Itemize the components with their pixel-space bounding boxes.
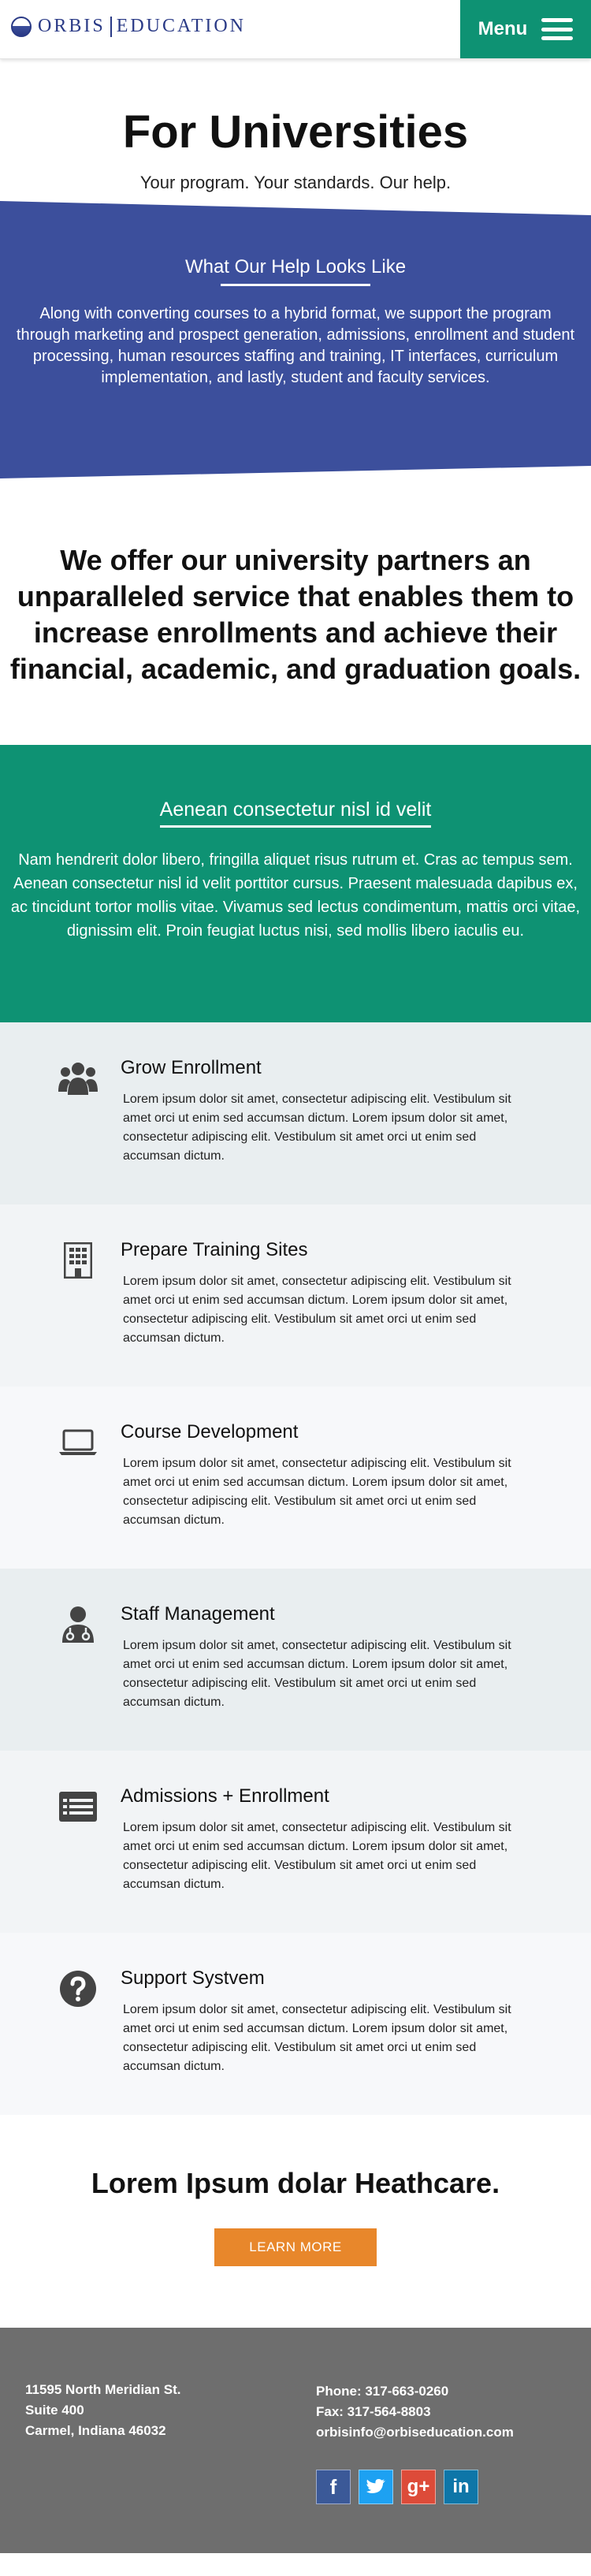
footer-address: 11595 North Meridian St. Suite 400 Carme… — [25, 2380, 180, 2441]
email-link[interactable]: orbisinfo@orbiseducation.com — [316, 2422, 514, 2443]
social-links: f g+ in — [316, 2470, 478, 2504]
service-title: Support Systvem — [121, 1967, 265, 1989]
help-section: What Our Help Looks Like Along with conv… — [0, 201, 591, 485]
hamburger-icon — [541, 18, 574, 40]
menu-label: Menu — [478, 18, 528, 39]
help-text: Along with converting courses to a hybri… — [16, 305, 575, 386]
service-admissions-enrollment: Admissions + Enrollment Lorem ipsum dolo… — [0, 1751, 591, 1933]
logo[interactable]: ORBIS EDUCATION — [11, 16, 247, 38]
laptop-icon — [58, 1423, 98, 1462]
twitter-icon[interactable] — [359, 2470, 393, 2504]
learn-more-button[interactable]: LEARN MORE — [214, 2228, 377, 2266]
service-text: Lorem ipsum dolor sit amet, consectetur … — [123, 1639, 511, 1709]
service-title: Staff Management — [121, 1603, 275, 1625]
page-subtitle: Your program. Your standards. Our help. — [139, 173, 452, 192]
service-text: Lorem ipsum dolor sit amet, consectetur … — [123, 1821, 511, 1891]
list-card-icon — [58, 1787, 98, 1826]
page-title: For Universities — [122, 106, 469, 158]
offer-heading: We offer our university partners an unpa… — [9, 544, 582, 685]
address-line: 11595 North Meridian St. — [25, 2382, 181, 2397]
service-staff-management: Staff Management Lorem ipsum dolor sit a… — [0, 1569, 591, 1751]
service-title: Course Development — [121, 1421, 299, 1442]
hero-section: For Universities Your program. Your stan… — [0, 59, 591, 201]
green-section: Aenean consectetur nisl id velit Nam hen… — [0, 745, 591, 1022]
cta-section: Lorem Ipsum dolar Heathcare. LEARN MORE — [0, 2115, 591, 2328]
address-line: Carmel, Indiana 46032 — [25, 2423, 166, 2438]
service-title: Prepare Training Sites — [121, 1239, 308, 1260]
site-footer: 11595 North Meridian St. Suite 400 Carme… — [0, 2328, 591, 2553]
fax-text: Fax: 317-564-8803 — [316, 2404, 431, 2419]
service-text: Lorem ipsum dolor sit amet, consectetur … — [123, 1093, 511, 1163]
offer-section: We offer our university partners an unpa… — [0, 485, 591, 745]
menu-button[interactable]: Menu — [460, 0, 591, 58]
site-header: ORBIS EDUCATION Menu — [0, 0, 591, 59]
service-prepare-training-sites: Prepare Training Sites Lorem ipsum dolor… — [0, 1204, 591, 1387]
linkedin-icon[interactable]: in — [444, 2470, 478, 2504]
service-title: Admissions + Enrollment — [121, 1785, 329, 1807]
building-icon — [58, 1241, 98, 1280]
footer-contact: Phone: 317-663-0260 Fax: 317-564-8803 or… — [316, 2381, 514, 2443]
question-circle-icon — [58, 1969, 98, 2008]
phone-text[interactable]: Phone: 317-663-0260 — [316, 2381, 514, 2402]
service-text: Lorem ipsum dolor sit amet, consectetur … — [123, 1275, 511, 1345]
google-plus-icon[interactable]: g+ — [401, 2470, 436, 2504]
globe-logo-icon — [11, 16, 32, 37]
help-title: What Our Help Looks Like — [185, 256, 406, 286]
facebook-icon[interactable]: f — [316, 2470, 351, 2504]
services-list: Grow Enrollment Lorem ipsum dolor sit am… — [0, 1022, 591, 2115]
doctor-icon — [58, 1605, 98, 1644]
address-line: Suite 400 — [25, 2403, 84, 2418]
green-text: Nam hendrerit dolor libero, fringilla al… — [10, 851, 581, 940]
service-title: Grow Enrollment — [121, 1057, 262, 1078]
service-text: Lorem ipsum dolor sit amet, consectetur … — [123, 2003, 511, 2073]
service-support-system: Support Systvem Lorem ipsum dolor sit am… — [0, 1933, 591, 2115]
logo-text: ORBIS EDUCATION — [38, 16, 247, 38]
service-grow-enrollment: Grow Enrollment Lorem ipsum dolor sit am… — [0, 1022, 591, 1204]
cta-heading: Lorem Ipsum dolar Heathcare. — [91, 2167, 500, 2199]
service-text: Lorem ipsum dolor sit amet, consectetur … — [123, 1457, 511, 1527]
service-course-development: Course Development Lorem ipsum dolor sit… — [0, 1387, 591, 1569]
group-icon — [58, 1059, 98, 1098]
green-title: Aenean consectetur nisl id velit — [159, 798, 431, 828]
